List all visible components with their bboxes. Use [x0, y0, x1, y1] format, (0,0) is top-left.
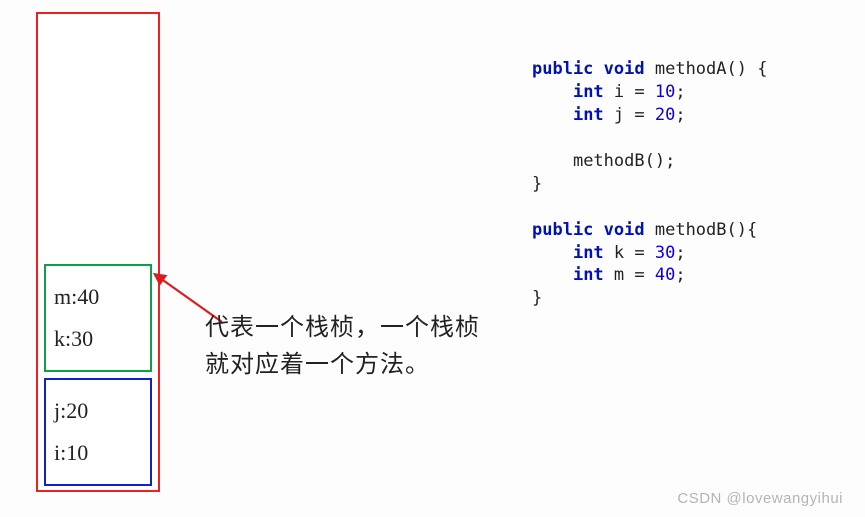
keyword-void: void — [604, 59, 645, 79]
keyword-int: int — [573, 105, 604, 125]
stack-container: m:40 k:30 j:20 i:10 — [36, 12, 160, 492]
val-j: 20 — [655, 105, 675, 125]
stack-frame-methoda: j:20 i:10 — [44, 378, 152, 486]
decl-j: j = — [604, 105, 655, 125]
decl-k: k = — [604, 243, 655, 263]
keyword-void: void — [604, 220, 645, 240]
var-i: i:10 — [54, 440, 142, 466]
semi: ; — [675, 265, 685, 285]
var-j: j:20 — [54, 398, 142, 424]
annotation-line2: 就对应着一个方法。 — [205, 347, 480, 384]
semi: ; — [675, 105, 685, 125]
decl-i: i = — [604, 82, 655, 102]
watermark-text: CSDN @lovewangyihui — [677, 490, 843, 507]
val-m: 40 — [655, 265, 675, 285]
methodb-signature: methodB(){ — [645, 220, 758, 240]
keyword-public: public — [532, 220, 593, 240]
stack-frame-methodb: m:40 k:30 — [44, 264, 152, 372]
code-sample: public void methodA() { int i = 10; int … — [532, 58, 767, 310]
decl-m: m = — [604, 265, 655, 285]
val-i: 10 — [655, 82, 675, 102]
keyword-int: int — [573, 82, 604, 102]
keyword-int: int — [573, 243, 604, 263]
close-brace: } — [532, 288, 542, 308]
annotation-line1: 代表一个栈桢，一个栈桢 — [205, 310, 480, 347]
var-m: m:40 — [54, 284, 142, 310]
close-brace: } — [532, 174, 542, 194]
var-k: k:30 — [54, 326, 142, 352]
keyword-int: int — [573, 265, 604, 285]
methoda-signature: methodA() { — [645, 59, 768, 79]
val-k: 30 — [655, 243, 675, 263]
semi: ; — [675, 82, 685, 102]
stack-frame-annotation: 代表一个栈桢，一个栈桢 就对应着一个方法。 — [205, 310, 480, 384]
semi: ; — [675, 243, 685, 263]
call-methodb: methodB(); — [573, 151, 675, 171]
keyword-public: public — [532, 59, 593, 79]
